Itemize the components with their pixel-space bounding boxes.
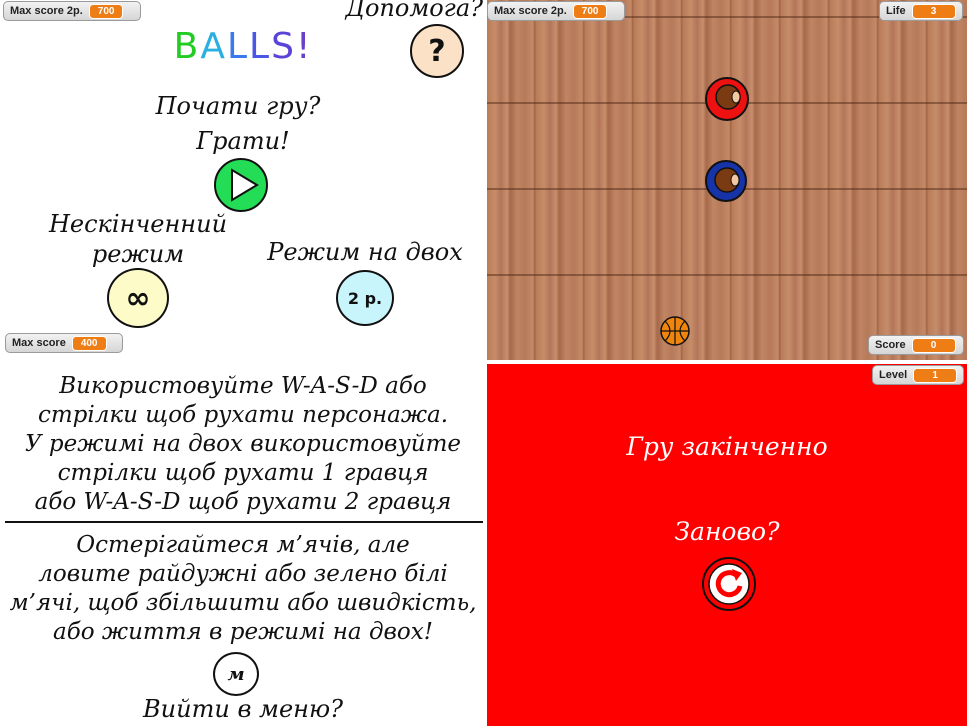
- level-monitor: Level 1: [872, 365, 964, 385]
- monitor-label: Max score 2p.: [494, 5, 567, 17]
- retry-button[interactable]: [702, 557, 756, 611]
- play-button[interactable]: [214, 158, 268, 212]
- start-question: Почати гру?: [155, 92, 321, 120]
- two-player-icon: 2 р.: [347, 288, 383, 308]
- monitor-value: 0: [911, 337, 956, 353]
- restart-icon: [708, 563, 750, 605]
- back-to-menu-label: Вийти в меню?: [143, 695, 343, 723]
- game-over-panel: Level 1 Гру закінченно Заново?: [487, 364, 967, 726]
- endless-label-line2: режим: [91, 240, 185, 268]
- endless-mode-button[interactable]: ∞: [107, 268, 169, 328]
- max-score-2p-monitor: Max score 2p. 700: [3, 1, 141, 21]
- monitor-value: 1: [913, 367, 958, 383]
- controls-instruction-line: стрілки щоб рухати 1 гравця: [57, 460, 429, 486]
- controls-instruction-line: Використовуйте W-A-S-D або: [59, 373, 427, 399]
- basketball-icon: [660, 316, 690, 346]
- game-title: BALLS!: [153, 26, 333, 67]
- section-divider: [5, 521, 483, 523]
- life-monitor: Life 3: [879, 1, 963, 21]
- controls-instruction-line: стрілки щоб рухати персонажа.: [37, 402, 449, 428]
- game-stage-panel: Max score 2p. 700 Life 3 Score 0: [487, 0, 967, 360]
- infinity-icon: ∞: [125, 280, 151, 316]
- player-1-sprite: [705, 77, 749, 121]
- controls-instruction-line: У режимі на двох використовуйте: [24, 431, 462, 457]
- monitor-value: 700: [88, 3, 124, 19]
- max-score-monitor: Max score 400: [5, 333, 123, 353]
- retry-label: Заново?: [674, 517, 780, 546]
- play-icon: [231, 168, 259, 202]
- balls-instructions: Остерігайтеся м’ячів, але ловите райдужні…: [3, 531, 483, 647]
- game-over-title: Гру закінченно: [626, 432, 828, 461]
- help-label: Допомога?: [345, 0, 483, 22]
- monitor-value: 400: [71, 335, 107, 351]
- main-menu-panel: Max score 2p. 700 BALLS! Допомога? ? Поч…: [3, 0, 483, 360]
- monitor-value: 700: [572, 3, 608, 19]
- endless-label-line1: Нескінченний: [48, 210, 228, 238]
- help-panel: Використовуйте W-A-S-D або стрілки щоб ру…: [3, 364, 483, 726]
- title-letter: L: [249, 26, 272, 67]
- two-player-label: Режим на двох: [267, 238, 463, 266]
- play-label: Грати!: [196, 127, 290, 155]
- title-letter: A: [200, 26, 227, 67]
- title-letter: !: [295, 26, 313, 67]
- balls-instruction-line: ловите райдужні або зелено білі: [38, 561, 448, 587]
- two-player-mode-button[interactable]: 2 р.: [336, 270, 394, 326]
- score-monitor: Score 0: [868, 335, 964, 355]
- question-icon: ?: [428, 33, 446, 69]
- monitor-label: Level: [879, 369, 908, 381]
- title-letter: L: [226, 26, 250, 67]
- menu-icon: м: [227, 663, 245, 685]
- menu-button[interactable]: м: [213, 652, 259, 696]
- monitor-label: Life: [886, 5, 906, 17]
- balls-instruction-line: Остерігайтеся м’ячів, але: [76, 532, 410, 558]
- monitor-value: 3: [911, 3, 956, 19]
- monitor-label: Max score: [12, 337, 66, 349]
- balls-instruction-line: м’ячі, щоб збільшити або швидкість,: [9, 590, 477, 616]
- player-2-sprite: [705, 160, 747, 202]
- controls-instruction-line: або W-A-S-D щоб рухати 2 гравця: [34, 489, 452, 515]
- controls-instructions: Використовуйте W-A-S-D або стрілки щоб ру…: [3, 372, 483, 517]
- help-button[interactable]: ?: [410, 24, 464, 78]
- max-score-2p-monitor: Max score 2p. 700: [487, 1, 625, 21]
- title-letter: B: [173, 26, 201, 67]
- title-letter: S: [271, 26, 296, 67]
- monitor-label: Max score 2p.: [10, 5, 83, 17]
- balls-instruction-line: або життя в режимі на двох!: [53, 619, 433, 645]
- monitor-label: Score: [875, 339, 906, 351]
